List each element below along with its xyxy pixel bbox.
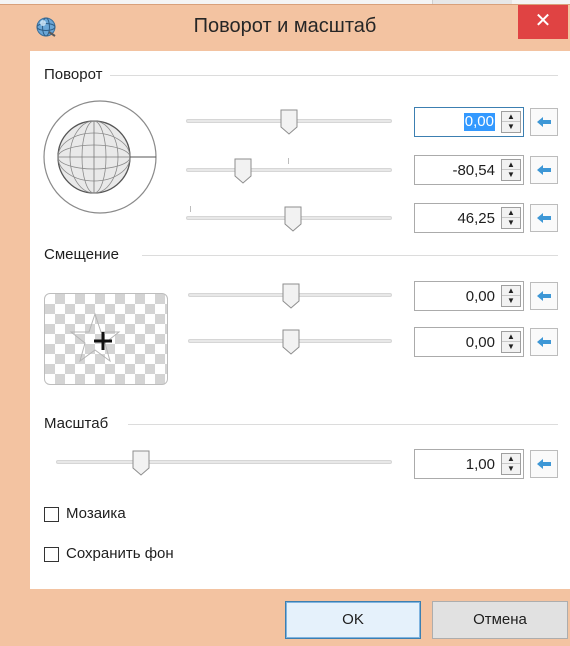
slider-track bbox=[56, 460, 392, 464]
slider-center-tick bbox=[288, 158, 289, 164]
spin-up-icon[interactable]: ▲ bbox=[502, 286, 520, 296]
spin-arrows[interactable]: ▲ ▼ bbox=[501, 207, 521, 229]
spin-arrows[interactable]: ▲ ▼ bbox=[501, 331, 521, 353]
rotation-label: Поворот bbox=[44, 66, 109, 83]
spin-up-icon[interactable]: ▲ bbox=[502, 112, 520, 122]
spin-down-icon[interactable]: ▼ bbox=[502, 342, 520, 352]
title-bar: Поворот и масштаб ✕ bbox=[0, 5, 570, 49]
dialog-client-area: Поворот 0,00 ▲ ▼ -80,54 ▲ ▼ 46,25 ▲ ▼ См… bbox=[30, 51, 570, 589]
spin-down-icon[interactable]: ▼ bbox=[502, 122, 520, 132]
spin-down-icon[interactable]: ▼ bbox=[502, 218, 520, 228]
offset-preview[interactable] bbox=[44, 293, 168, 385]
keep-background-checkbox-label[interactable]: Сохранить фон bbox=[66, 545, 174, 562]
rotation-x-reset-button[interactable] bbox=[530, 108, 558, 136]
offset-x-spinbox[interactable]: 0,00 ▲ ▼ bbox=[414, 281, 524, 311]
spin-up-icon[interactable]: ▲ bbox=[502, 208, 520, 218]
rotation-z-spinbox[interactable]: 46,25 ▲ ▼ bbox=[414, 203, 524, 233]
slider-thumb[interactable] bbox=[234, 158, 252, 184]
reset-arrow-icon bbox=[537, 459, 551, 469]
window-title: Поворот и масштаб bbox=[193, 15, 377, 37]
scale-reset-button[interactable] bbox=[530, 450, 558, 478]
move-cross-icon[interactable] bbox=[45, 294, 168, 385]
scale-label: Масштаб bbox=[44, 415, 115, 432]
offset-y-slider[interactable] bbox=[188, 329, 392, 355]
offset-divider bbox=[142, 255, 558, 256]
offset-y-reset-button[interactable] bbox=[530, 328, 558, 356]
spin-down-icon[interactable]: ▼ bbox=[502, 296, 520, 306]
slider-thumb[interactable] bbox=[280, 109, 298, 135]
scale-value[interactable]: 1,00 bbox=[466, 456, 495, 473]
rotation-y-reset-button[interactable] bbox=[530, 156, 558, 184]
rotation-y-slider[interactable] bbox=[186, 158, 392, 184]
rotation-z-reset-button[interactable] bbox=[530, 204, 558, 232]
cancel-button[interactable]: Отмена bbox=[432, 601, 568, 639]
rotation-sphere-icon[interactable] bbox=[42, 99, 160, 217]
reset-arrow-icon bbox=[537, 117, 551, 127]
offset-label: Смещение bbox=[44, 246, 126, 263]
offset-x-reset-button[interactable] bbox=[530, 282, 558, 310]
rotation-z-slider[interactable] bbox=[186, 206, 392, 232]
slider-start-tick bbox=[190, 206, 191, 212]
dialog-footer: OK Отмена bbox=[0, 589, 570, 646]
offset-y-spinbox[interactable]: 0,00 ▲ ▼ bbox=[414, 327, 524, 357]
slider-thumb[interactable] bbox=[132, 450, 150, 476]
spin-up-icon[interactable]: ▲ bbox=[502, 454, 520, 464]
slider-track bbox=[186, 168, 392, 172]
spin-up-icon[interactable]: ▲ bbox=[502, 332, 520, 342]
rotation-y-value[interactable]: -80,54 bbox=[452, 162, 495, 179]
scale-divider bbox=[128, 424, 558, 425]
rotation-x-spinbox[interactable]: 0,00 ▲ ▼ bbox=[414, 107, 524, 137]
close-button[interactable]: ✕ bbox=[518, 5, 568, 39]
dialog-window: Поворот и масштаб ✕ Поворот 0,00 ▲ ▼ -80… bbox=[0, 4, 570, 646]
spin-arrows[interactable]: ▲ ▼ bbox=[501, 453, 521, 475]
scale-spinbox[interactable]: 1,00 ▲ ▼ bbox=[414, 449, 524, 479]
keep-background-checkbox[interactable] bbox=[44, 547, 59, 562]
spin-up-icon[interactable]: ▲ bbox=[502, 160, 520, 170]
slider-thumb[interactable] bbox=[282, 329, 300, 355]
offset-x-value[interactable]: 0,00 bbox=[466, 288, 495, 305]
reset-arrow-icon bbox=[537, 337, 551, 347]
rotation-y-spinbox[interactable]: -80,54 ▲ ▼ bbox=[414, 155, 524, 185]
slider-thumb[interactable] bbox=[284, 206, 302, 232]
ok-button[interactable]: OK bbox=[285, 601, 421, 639]
spin-arrows[interactable]: ▲ ▼ bbox=[501, 285, 521, 307]
slider-thumb[interactable] bbox=[282, 283, 300, 309]
offset-x-slider[interactable] bbox=[188, 283, 392, 309]
rotation-z-value[interactable]: 46,25 bbox=[457, 210, 495, 227]
rotation-divider bbox=[110, 75, 558, 76]
spin-arrows[interactable]: ▲ ▼ bbox=[501, 111, 521, 133]
reset-arrow-icon bbox=[537, 165, 551, 175]
reset-arrow-icon bbox=[537, 213, 551, 223]
tile-checkbox[interactable] bbox=[44, 507, 59, 522]
rotation-x-slider[interactable] bbox=[186, 109, 392, 135]
reset-arrow-icon bbox=[537, 291, 551, 301]
offset-y-value[interactable]: 0,00 bbox=[466, 334, 495, 351]
tile-checkbox-label[interactable]: Мозаика bbox=[66, 505, 126, 522]
spin-down-icon[interactable]: ▼ bbox=[502, 464, 520, 474]
spin-down-icon[interactable]: ▼ bbox=[502, 170, 520, 180]
spin-arrows[interactable]: ▲ ▼ bbox=[501, 159, 521, 181]
rotation-x-value[interactable]: 0,00 bbox=[463, 113, 495, 131]
scale-slider[interactable] bbox=[56, 450, 392, 476]
